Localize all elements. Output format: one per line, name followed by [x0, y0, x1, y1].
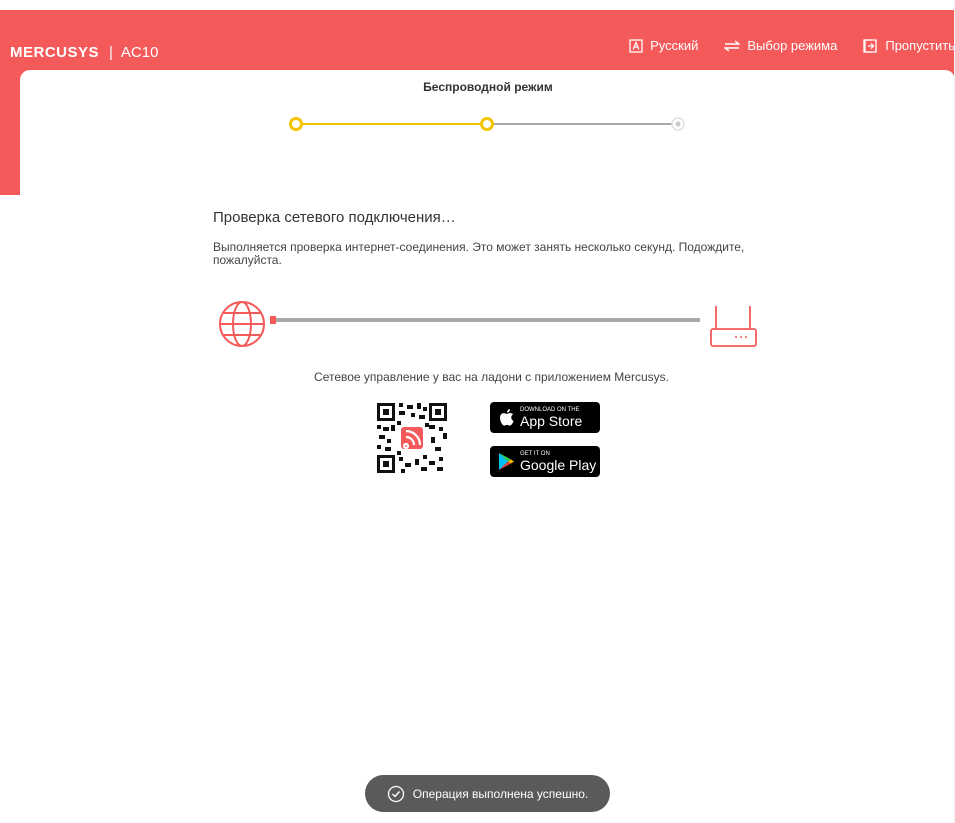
google-play-label: Google Play — [520, 456, 597, 473]
success-toast: Операция выполнена успешно. — [365, 775, 610, 812]
google-play-button[interactable]: GET IT ON Google Play — [490, 446, 600, 477]
check-circle-icon — [387, 785, 405, 803]
app-store-button[interactable]: DOWNLOAD ON THE App Store — [490, 402, 600, 433]
globe-icon — [219, 301, 265, 347]
app-promo-text: Сетевое управление у вас на ладони с при… — [314, 370, 669, 384]
apple-icon — [500, 409, 514, 426]
toast-message: Операция выполнена успешно. — [412, 786, 589, 801]
qr-code — [377, 403, 447, 473]
router-icon — [710, 306, 757, 347]
google-play-icon — [499, 453, 514, 470]
connection-check-graphic — [219, 301, 757, 347]
connection-progress-track — [272, 318, 700, 322]
connection-progress-fill — [270, 316, 276, 324]
app-store-label: App Store — [520, 412, 583, 429]
